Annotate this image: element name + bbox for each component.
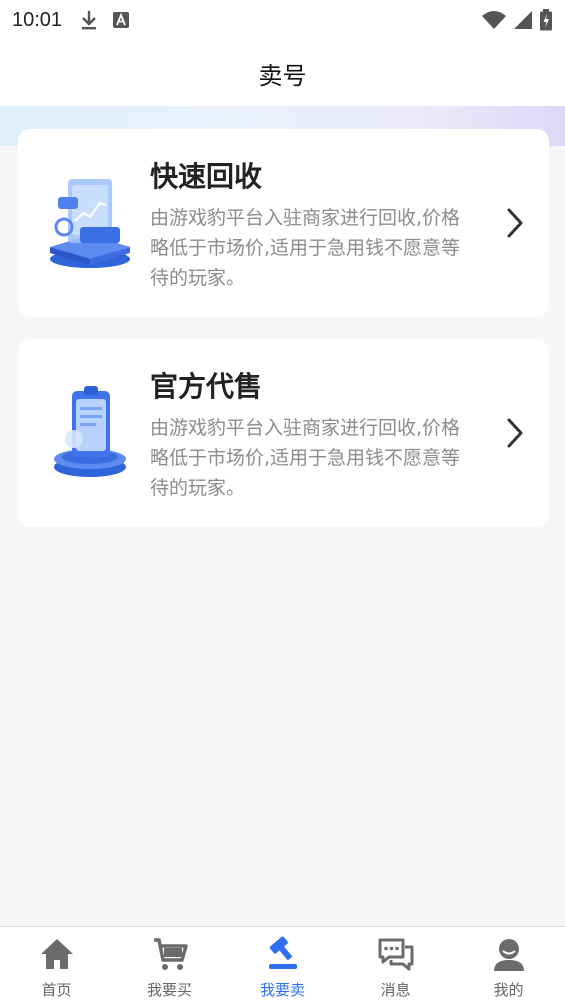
user-icon	[493, 939, 524, 971]
chart-tablet-illustration	[50, 179, 130, 268]
cart-icon	[153, 938, 188, 970]
battery-icon	[540, 9, 552, 31]
tab-buy[interactable]: 我要买	[113, 927, 226, 1004]
card-description: 由游戏豹平台入驻商家进行回收,价格略低于市场价,适用于急用钱不愿意等待的玩家。	[150, 417, 461, 499]
header: 卖号	[0, 40, 565, 106]
chevron-right-icon	[507, 208, 523, 238]
wifi-icon	[482, 11, 506, 29]
home-icon	[40, 939, 73, 969]
tab-label: 我的	[493, 981, 524, 999]
tab-messages[interactable]: 消息	[339, 927, 452, 1004]
status-time: 10:01	[12, 8, 63, 31]
page-title: 卖号	[258, 61, 307, 90]
tab-label: 首页	[41, 981, 72, 999]
status-bar: 10:01	[0, 0, 565, 40]
quick-recycle-card[interactable]: 快速回收 由游戏豹平台入驻商家进行回收,价格略低于市场价,适用于急用钱不愿意等待…	[18, 129, 549, 317]
tab-home[interactable]: 首页	[0, 927, 113, 1004]
signal-icon	[514, 11, 532, 29]
card-description: 由游戏豹平台入驻商家进行回收,价格略低于市场价,适用于急用钱不愿意等待的玩家。	[150, 207, 461, 289]
download-icon	[82, 11, 97, 30]
card-title: 官方代售	[150, 370, 263, 403]
clipboard-illustration	[54, 386, 126, 477]
tab-label: 消息	[380, 981, 411, 999]
tab-profile[interactable]: 我的	[452, 927, 565, 1004]
chat-icon	[378, 938, 413, 971]
official-consignment-card[interactable]: 官方代售 由游戏豹平台入驻商家进行回收,价格略低于市场价,适用于急用钱不愿意等待…	[18, 339, 549, 527]
gavel-icon	[268, 936, 297, 969]
tab-sell[interactable]: 我要卖	[226, 927, 339, 1004]
a-letter-icon	[113, 12, 130, 28]
card-title: 快速回收	[150, 160, 263, 193]
bottom-tab-bar: 首页 我要买 我要卖 消息 我的	[0, 926, 565, 1004]
tab-label: 我要卖	[259, 981, 305, 999]
tab-label: 我要买	[146, 981, 192, 999]
chevron-right-icon	[507, 418, 523, 448]
